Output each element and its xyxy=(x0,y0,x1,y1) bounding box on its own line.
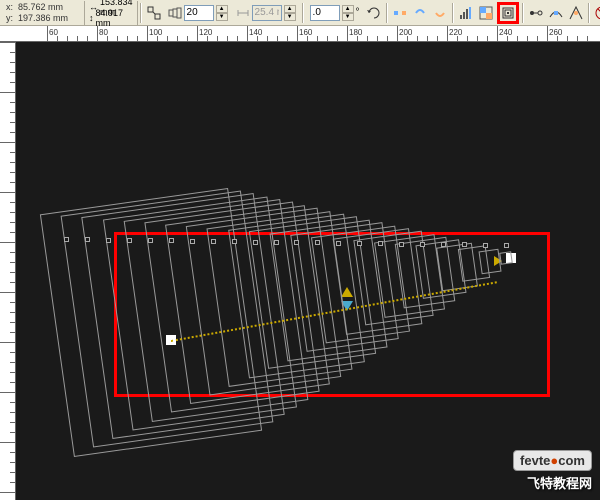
selection-node xyxy=(169,238,174,243)
size-readout: ↔ 153.834 mm ↕ 84.917 mm xyxy=(85,1,138,25)
separator xyxy=(140,3,142,23)
separator xyxy=(522,3,524,23)
selection-node xyxy=(357,241,362,246)
y-label: y: xyxy=(6,13,16,23)
degree-label: ° xyxy=(356,7,360,18)
selection-node xyxy=(336,241,341,246)
preset-button[interactable] xyxy=(145,2,163,24)
position-readout: x: 85.762 mm y: 197.386 mm xyxy=(2,1,85,25)
property-bar: x: 85.762 mm y: 197.386 mm ↔ 153.834 mm … xyxy=(0,0,600,26)
blend-step xyxy=(478,248,501,273)
watermark: fevte●com 飞特教程网 xyxy=(513,450,592,492)
ruler-vertical xyxy=(0,42,16,500)
selection-node xyxy=(64,237,69,242)
separator xyxy=(452,3,454,23)
selection-node xyxy=(190,239,195,244)
selection-node xyxy=(253,240,258,245)
clear-blend-button[interactable] xyxy=(593,2,600,24)
rotation-down[interactable]: ▼ xyxy=(342,13,354,21)
accel-sizing-button[interactable] xyxy=(497,2,519,24)
path-properties-button[interactable] xyxy=(547,2,565,24)
selection-node xyxy=(127,238,132,243)
spacing-icon xyxy=(236,6,250,20)
spacing-up: ▲ xyxy=(284,5,296,13)
selection-node xyxy=(483,243,488,248)
selection-node xyxy=(294,240,299,245)
counterclockwise-blend-button[interactable] xyxy=(431,2,449,24)
separator xyxy=(588,3,590,23)
x-value: 85.762 mm xyxy=(18,2,80,12)
height-value: 84.917 mm xyxy=(96,8,133,28)
ruler-horizontal: 6080100120140160180200220240260 xyxy=(0,26,600,42)
copy-properties-button[interactable] xyxy=(567,2,585,24)
selection-node xyxy=(232,239,237,244)
selection-node xyxy=(85,237,90,242)
selection-node xyxy=(378,241,383,246)
separator xyxy=(386,3,388,23)
start-end-button[interactable] xyxy=(527,2,545,24)
canvas[interactable]: fevte●com 飞特教程网 xyxy=(16,42,600,500)
object-accel-button[interactable] xyxy=(457,2,475,24)
selection-node xyxy=(504,243,509,248)
color-accel-button[interactable] xyxy=(477,2,495,24)
steps-down[interactable]: ▼ xyxy=(216,13,228,21)
selection-node xyxy=(441,242,446,247)
direct-blend-button[interactable] xyxy=(391,2,409,24)
selection-node xyxy=(211,239,216,244)
x-label: x: xyxy=(6,2,16,12)
selection-node xyxy=(148,238,153,243)
blend-steps-input[interactable] xyxy=(184,5,214,21)
rotation-up[interactable]: ▲ xyxy=(342,5,354,13)
selection-node xyxy=(315,240,320,245)
watermark-badge: fevte●com xyxy=(513,450,592,471)
clockwise-blend-button[interactable] xyxy=(411,2,429,24)
loop-button[interactable] xyxy=(365,2,383,24)
steps-icon xyxy=(168,6,182,20)
selection-node xyxy=(106,238,111,243)
steps-up[interactable]: ▲ xyxy=(216,5,228,13)
selection-node xyxy=(399,242,404,247)
watermark-tagline: 飞特教程网 xyxy=(513,473,592,492)
blend-rotation-group: ▲ ▼ ° xyxy=(306,5,364,21)
blend-steps-group: ▲ ▼ xyxy=(164,5,232,21)
spacing-down: ▼ xyxy=(284,13,296,21)
selection-node xyxy=(420,242,425,247)
blend-spacing-input xyxy=(252,5,282,21)
y-value: 197.386 mm xyxy=(18,13,80,23)
blend-step xyxy=(499,251,513,265)
selection-node xyxy=(274,240,279,245)
blend-rotation-input[interactable] xyxy=(310,5,340,21)
separator xyxy=(302,3,304,23)
selection-node xyxy=(462,242,467,247)
height-icon: ↕ xyxy=(89,13,94,23)
blend-spacing-group: ▲ ▼ xyxy=(232,5,300,21)
